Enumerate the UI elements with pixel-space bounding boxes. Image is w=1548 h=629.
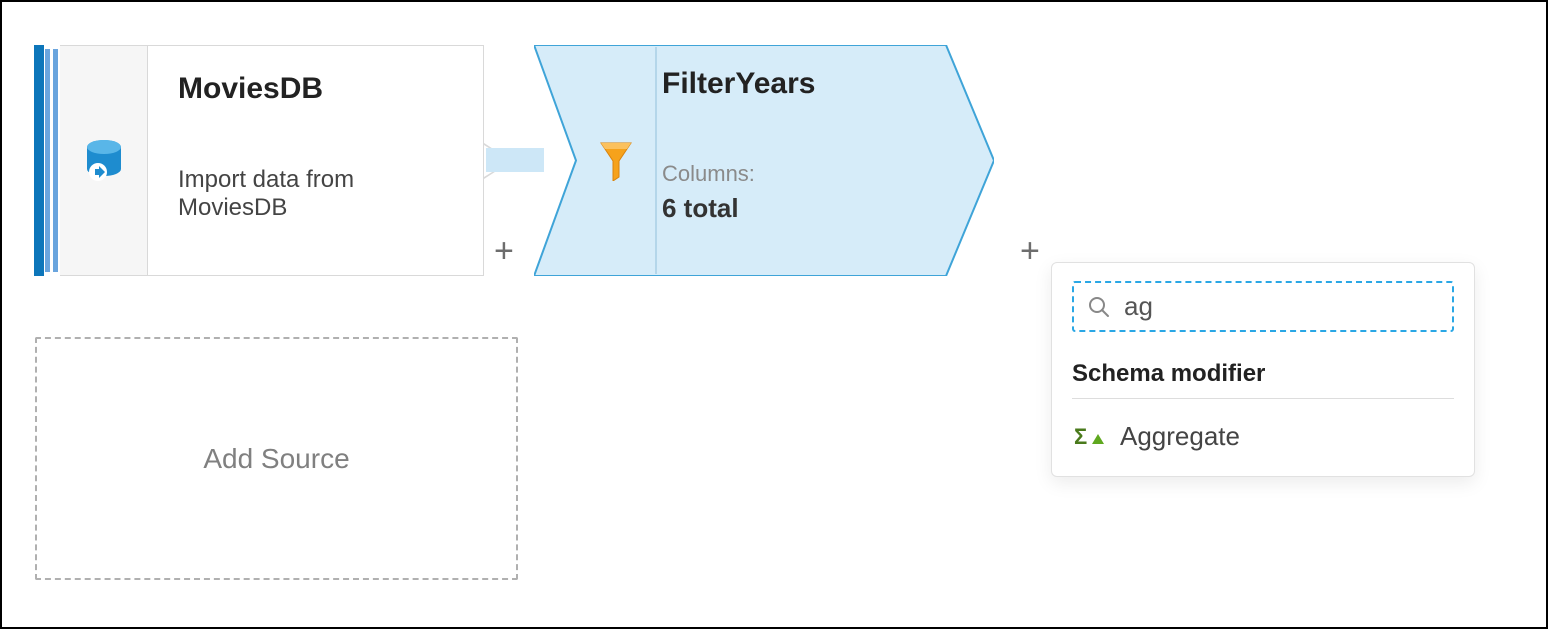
dropdown-item-aggregate[interactable]: Σ Aggregate bbox=[1072, 417, 1454, 456]
funnel-icon bbox=[599, 141, 633, 181]
source-accent-stripe bbox=[53, 49, 58, 272]
dropdown-item-label: Aggregate bbox=[1120, 421, 1240, 452]
filter-title: FilterYears bbox=[662, 67, 944, 101]
source-accent-bar bbox=[34, 45, 44, 276]
sigma-aggregate-icon: Σ bbox=[1074, 424, 1104, 450]
dropdown-section-title: Schema modifier bbox=[1072, 360, 1454, 399]
source-title: MoviesDB bbox=[178, 72, 453, 106]
transformation-search-input[interactable]: ag bbox=[1072, 281, 1454, 332]
filter-body: FilterYears Columns: 6 total bbox=[662, 67, 944, 256]
filter-node[interactable]: FilterYears Columns: 6 total bbox=[534, 45, 994, 276]
search-query-text: ag bbox=[1124, 291, 1153, 322]
transformation-dropdown: ag Schema modifier Σ Aggregate bbox=[1051, 262, 1475, 477]
svg-text:Σ: Σ bbox=[1074, 424, 1087, 449]
filter-icon-cell bbox=[576, 47, 656, 274]
search-icon bbox=[1088, 296, 1110, 318]
source-accent-stripe bbox=[45, 49, 50, 272]
add-source-label: Add Source bbox=[203, 443, 349, 475]
database-source-icon bbox=[84, 139, 124, 183]
source-node[interactable]: MoviesDB Import data from MoviesDB bbox=[34, 45, 484, 276]
filter-columns-label: Columns: bbox=[662, 161, 944, 187]
add-source-button[interactable]: Add Source bbox=[35, 337, 518, 580]
add-step-button[interactable]: + bbox=[494, 234, 514, 268]
filter-columns-total: 6 total bbox=[662, 193, 944, 224]
source-body: MoviesDB Import data from MoviesDB bbox=[148, 45, 484, 276]
source-description: Import data from MoviesDB bbox=[178, 166, 453, 222]
add-step-button[interactable]: + bbox=[1020, 234, 1040, 268]
source-icon-cell bbox=[60, 45, 148, 276]
